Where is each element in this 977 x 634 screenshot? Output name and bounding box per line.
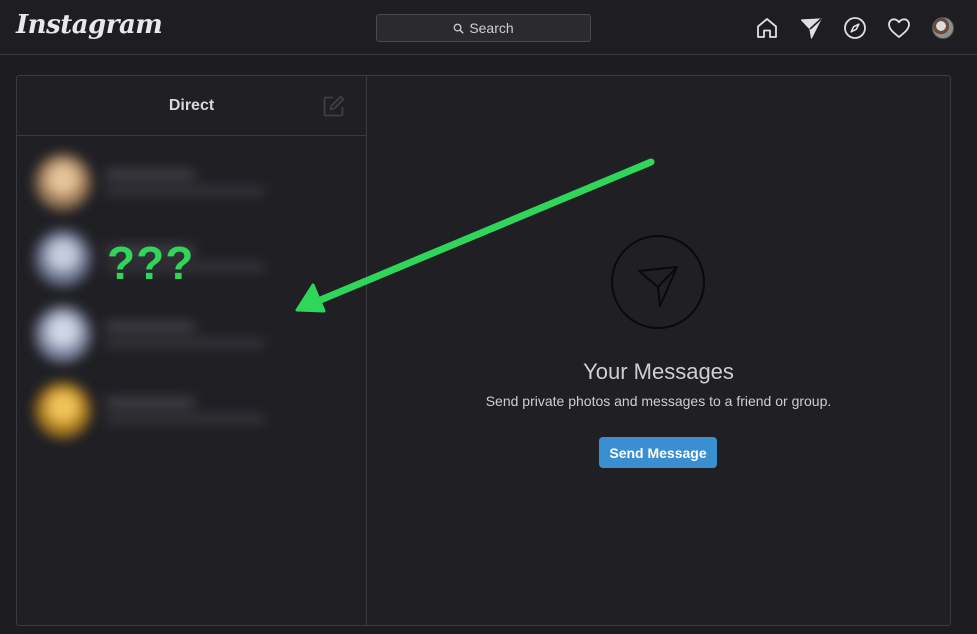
- avatar: [35, 382, 91, 438]
- message-pane: Your Messages Send private photos and me…: [367, 76, 950, 625]
- direct-inbox: Direct ??? Your Messages Send private ph…: [16, 75, 951, 626]
- direct-title: Direct: [168, 96, 215, 114]
- home-icon[interactable]: [754, 16, 779, 41]
- instagram-logo[interactable]: Instagram: [16, 10, 163, 40]
- direct-header: Direct: [17, 76, 366, 136]
- avatar: [35, 154, 91, 210]
- avatar: [931, 17, 954, 39]
- compose-icon[interactable]: [322, 94, 346, 118]
- activity-heart-icon[interactable]: [886, 16, 911, 41]
- search-placeholder: Search: [469, 20, 514, 36]
- search-input[interactable]: Search: [376, 14, 591, 42]
- paper-plane-circle-icon: [610, 234, 706, 330]
- direct-icon[interactable]: [798, 16, 823, 41]
- your-messages-heading: Your Messages: [583, 359, 734, 384]
- conversation-list: [17, 136, 366, 448]
- conversation-sidebar: Direct ???: [17, 76, 367, 625]
- avatar: [35, 306, 91, 362]
- explore-icon[interactable]: [842, 16, 867, 41]
- list-item[interactable]: [17, 372, 366, 448]
- nav-icons: [754, 14, 955, 42]
- search-icon: [453, 23, 464, 34]
- list-item[interactable]: [17, 296, 366, 372]
- list-item[interactable]: [17, 144, 366, 220]
- profile-avatar[interactable]: [930, 16, 955, 41]
- your-messages-subtitle: Send private photos and messages to a fr…: [485, 393, 832, 409]
- send-message-button[interactable]: Send Message: [599, 437, 717, 468]
- annotation-question-marks: ???: [107, 237, 195, 289]
- avatar: [35, 230, 91, 286]
- top-navigation-bar: Instagram Search: [0, 0, 977, 55]
